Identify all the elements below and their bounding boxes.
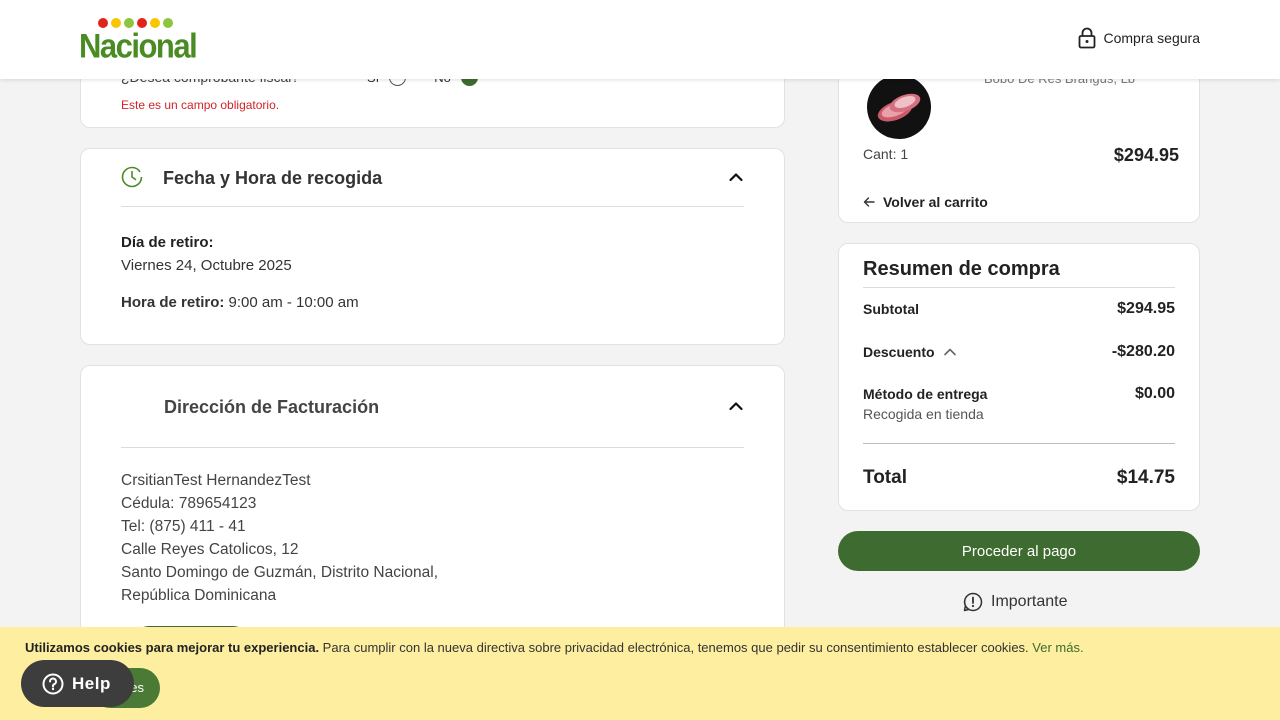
- cookie-banner: Utilizamos cookies para mejorar tu exper…: [0, 627, 1280, 720]
- pickup-hour-value: 9:00 am - 10:00 am: [228, 294, 359, 311]
- billing-address-card: Dirección de Facturación CrsitianTest He…: [80, 365, 785, 665]
- back-to-cart-label: Volver al carrito: [883, 194, 988, 210]
- back-to-cart-link[interactable]: Volver al carrito: [863, 194, 988, 210]
- site-header: Nacional Compra segura: [0, 0, 1280, 79]
- cookie-message: Utilizamos cookies para mejorar tu exper…: [25, 640, 1084, 655]
- logo-wordmark: Nacional: [79, 26, 198, 66]
- summary-divider: [863, 287, 1175, 288]
- pickup-datetime-card: Fecha y Hora de recogida Día de retiro: …: [80, 148, 785, 345]
- summary-divider: [863, 443, 1175, 444]
- chevron-up-icon[interactable]: [728, 398, 744, 414]
- subtotal-label: Subtotal: [863, 301, 919, 317]
- delivery-value: $0.00: [1134, 385, 1175, 402]
- billing-title: Dirección de Facturación: [164, 397, 380, 417]
- question-icon: [42, 673, 64, 694]
- product-price: $294.95: [1113, 145, 1179, 165]
- help-label: Help: [72, 673, 111, 693]
- pickup-hour: Hora de retiro: 9:00 am - 10:00 am: [121, 294, 359, 311]
- pickup-section-header[interactable]: Fecha y Hora de recogida: [121, 149, 744, 207]
- secure-label: Compra segura: [1103, 30, 1201, 46]
- cookie-more-link[interactable]: Ver más.: [1032, 640, 1083, 655]
- order-summary-card: Resumen de compra Subtotal $294.95 Descu…: [838, 243, 1200, 511]
- billing-address-lines: CrsitianTest HernandezTest Cédula: 78965…: [121, 469, 438, 607]
- product-quantity: Cant: 1: [863, 146, 909, 162]
- cookie-message-text: Para cumplir con la nueva directiva sobr…: [319, 640, 1033, 655]
- proceed-to-payment-button[interactable]: Proceder al pago: [838, 531, 1200, 571]
- arrow-left-icon: [863, 197, 875, 207]
- delivery-method: Recogida en tienda: [863, 406, 984, 422]
- pickup-title: Fecha y Hora de recogida: [163, 168, 383, 188]
- required-error: Este es un campo obligatorio.: [121, 98, 280, 112]
- cookie-message-bold: Utilizamos cookies para mejorar tu exper…: [25, 640, 320, 655]
- discount-label: Descuento: [863, 344, 935, 360]
- pickup-hour-label: Hora de retiro:: [121, 294, 225, 311]
- billing-section-header[interactable]: Dirección de Facturación: [121, 366, 744, 448]
- chevron-up-icon[interactable]: [728, 169, 744, 185]
- nacional-logo[interactable]: Nacional: [79, 16, 198, 65]
- important-info-link[interactable]: Importante: [963, 592, 1067, 612]
- discount-toggle[interactable]: Descuento: [863, 344, 957, 360]
- total-value: $14.75: [1116, 467, 1175, 488]
- subtotal-value: $294.95: [1117, 300, 1175, 317]
- pickup-day-label: Día de retiro:: [121, 234, 214, 251]
- chevron-up-icon: [943, 348, 956, 356]
- billing-name: CrsitianTest HernandezTest: [121, 472, 311, 489]
- clock-icon: [121, 166, 143, 188]
- discount-value: -$280.20: [1111, 343, 1175, 360]
- billing-city: Santo Domingo de Guzmán, Distrito Nacion…: [121, 564, 439, 581]
- alert-icon: [963, 592, 983, 612]
- pickup-day-value: Viernes 24, Octubre 2025: [121, 257, 292, 274]
- total-label: Total: [863, 467, 907, 488]
- billing-id: Cédula: 789654123: [121, 495, 257, 512]
- billing-country: República Dominicana: [121, 587, 277, 604]
- important-label: Importante: [991, 593, 1068, 610]
- secure-purchase: Compra segura: [1078, 27, 1201, 49]
- lock-icon: [1078, 27, 1095, 49]
- billing-phone: Tel: (875) 411 - 41: [121, 518, 246, 535]
- delivery-label: Método de entrega: [863, 386, 988, 402]
- help-button[interactable]: Help: [21, 660, 134, 707]
- product-image: [867, 75, 931, 139]
- summary-title: Resumen de compra: [863, 258, 1060, 280]
- billing-street: Calle Reyes Catolicos, 12: [121, 541, 299, 558]
